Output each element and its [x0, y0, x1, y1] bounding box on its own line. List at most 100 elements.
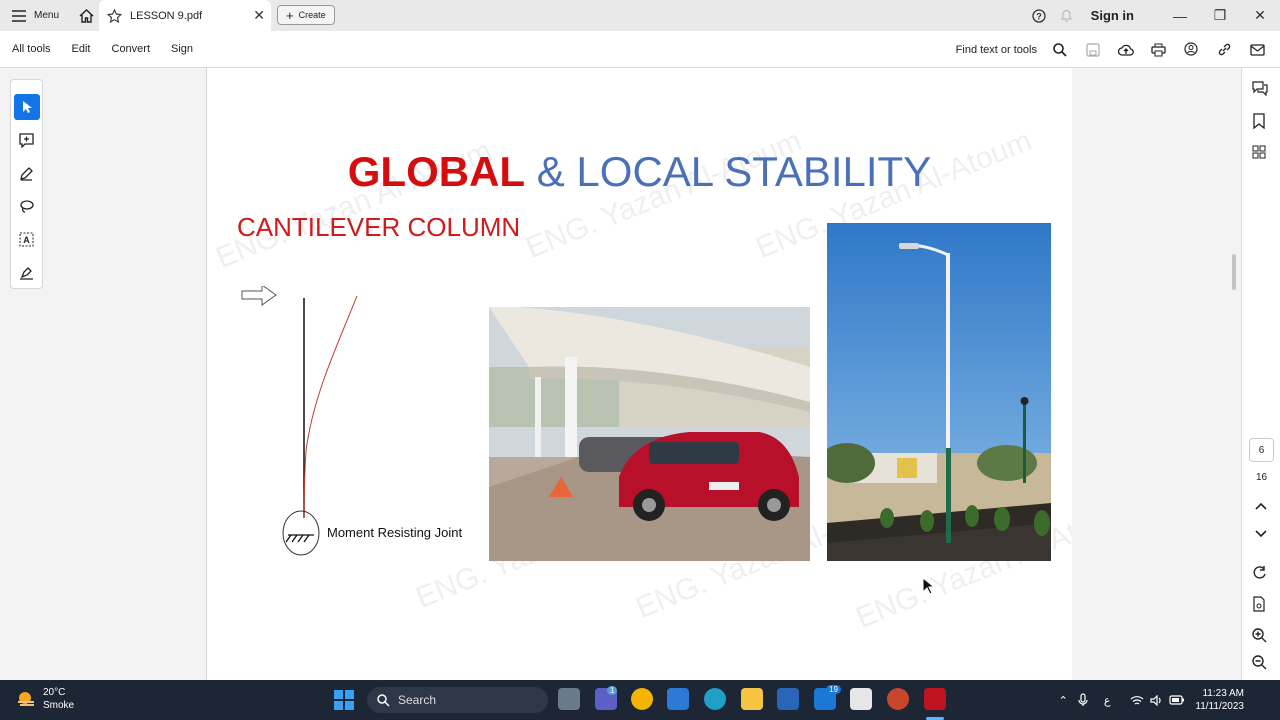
comment-tool[interactable]	[14, 127, 40, 153]
file-explorer-icon[interactable]	[741, 688, 763, 710]
select-tool[interactable]	[13, 94, 40, 120]
menu-button[interactable]: Menu	[0, 0, 71, 31]
vertical-scrollbar[interactable]	[1232, 254, 1236, 290]
chrome-icon[interactable]	[631, 688, 653, 710]
mail-icon[interactable]	[1241, 43, 1274, 56]
weather-condition: Smoke	[43, 700, 75, 711]
plus-icon: +	[286, 7, 294, 23]
chevron-up-icon[interactable]: ⌃	[1049, 694, 1078, 707]
search-icon	[377, 693, 390, 707]
edit-menu[interactable]: Edit	[60, 43, 100, 55]
restore-button[interactable]: ❐	[1200, 7, 1240, 24]
load-arrow-icon	[241, 286, 277, 306]
weather-widget[interactable]: 20°C Smoke	[15, 686, 74, 712]
chevron-up-icon[interactable]	[1255, 502, 1267, 510]
temperature: 20°C	[43, 687, 66, 698]
document-tab[interactable]: LESSON 9.pdf ✕	[99, 0, 271, 31]
tab-title: LESSON 9.pdf	[130, 9, 203, 22]
create-button[interactable]: + Create	[277, 5, 335, 25]
lasso-icon	[20, 199, 34, 213]
volume-icon[interactable]	[1150, 694, 1163, 706]
joint-label: Moment Resisting Joint	[327, 525, 463, 540]
search-icon[interactable]	[1043, 42, 1076, 57]
sign-in-button[interactable]: Sign in	[1081, 8, 1160, 23]
text-tool[interactable]: A	[14, 226, 40, 252]
microphone-icon[interactable]	[1078, 693, 1088, 707]
task-view-icon[interactable]	[558, 688, 580, 710]
search-label: Search	[398, 693, 437, 707]
windows-start-icon[interactable]	[334, 690, 354, 710]
zoom-in-icon[interactable]	[1252, 628, 1267, 643]
clock[interactable]: 11:23 AM 11/11/2023	[1185, 687, 1280, 713]
pen-icon	[20, 166, 33, 181]
cantilever-diagram	[241, 286, 358, 556]
minimize-button[interactable]: —	[1160, 8, 1200, 24]
bookmark-icon[interactable]	[1252, 113, 1266, 129]
svg-text:A: A	[23, 235, 30, 245]
sign-tool[interactable]	[14, 259, 40, 285]
clock-date: 11/11/2023	[1195, 701, 1244, 712]
link-icon[interactable]	[1208, 42, 1241, 57]
print-icon[interactable]	[1142, 43, 1175, 57]
current-page-field[interactable]: 6	[1249, 438, 1274, 462]
fixed-support-icon	[285, 534, 314, 543]
quick-tools: A	[10, 79, 43, 289]
language-indicator[interactable]: ع	[1104, 694, 1111, 707]
comments-icon[interactable]	[1252, 81, 1268, 96]
chevron-down-icon[interactable]	[1255, 530, 1267, 538]
lasso-tool[interactable]	[14, 193, 40, 219]
snipping-tool-icon[interactable]	[850, 688, 872, 710]
slide-title: GLOBAL & LOCAL STABILITY	[207, 148, 1072, 196]
create-label: Create	[298, 10, 326, 20]
sun-haze-icon	[18, 692, 34, 706]
page-settings-icon[interactable]	[1252, 596, 1266, 612]
comment-add-icon	[19, 132, 34, 148]
sign-menu[interactable]: Sign	[159, 43, 202, 55]
convert-menu[interactable]: Convert	[100, 43, 160, 55]
title-global: GLOBAL	[347, 148, 526, 195]
signature-pen-icon	[20, 266, 33, 280]
svg-text:?: ?	[1036, 11, 1042, 21]
right-rail: 6 16	[1241, 68, 1280, 680]
mouse-cursor-icon	[922, 577, 934, 595]
rotate-icon[interactable]	[1252, 565, 1267, 580]
total-pages: 16	[1255, 472, 1268, 483]
all-tools-menu[interactable]: All tools	[0, 43, 60, 55]
document-viewer[interactable]: ENG. Yazan Al-Atoum ENG. Yazan Al-Atoum …	[207, 68, 1241, 680]
thumbnails-icon[interactable]	[1252, 145, 1266, 159]
system-tray: ⌃ ع 11:23 AM 11/11/2023	[1049, 680, 1280, 720]
battery-icon[interactable]	[1169, 695, 1185, 705]
joint-circle	[282, 510, 320, 556]
main-toolbar: All tools Edit Convert Sign Find text or…	[0, 31, 1280, 68]
wifi-icon[interactable]	[1130, 695, 1144, 706]
save-icon[interactable]	[1076, 42, 1109, 57]
clock-time: 11:23 AM	[1202, 688, 1244, 699]
close-tab-icon[interactable]: ✕	[253, 7, 265, 24]
help-icon[interactable]: ?	[1025, 8, 1053, 23]
slide-subtitle: CANTILEVER COLUMN	[237, 212, 521, 242]
mail-app-icon[interactable]	[777, 688, 799, 710]
taskbar-search[interactable]: Search	[367, 687, 548, 713]
deflected-shape	[303, 295, 358, 519]
powerpoint-icon[interactable]	[887, 688, 909, 710]
carport-photo	[489, 307, 810, 561]
store-icon[interactable]	[667, 688, 689, 710]
home-button[interactable]	[71, 0, 101, 31]
mail-badge: 19	[826, 685, 841, 694]
zoom-out-icon[interactable]	[1252, 655, 1267, 670]
windows-taskbar: 20°C Smoke Search 1 19 ⌃ ع 11:23 AM 11/1…	[0, 680, 1280, 720]
menu-label: Menu	[34, 10, 60, 21]
bell-icon[interactable]	[1053, 9, 1081, 23]
cursor-icon	[22, 101, 32, 113]
title-local-stability: & LOCAL STABILITY	[536, 148, 932, 195]
acrobat-icon[interactable]	[924, 688, 946, 710]
pdf-page: ENG. Yazan Al-Atoum ENG. Yazan Al-Atoum …	[207, 68, 1072, 680]
edge-icon[interactable]	[704, 688, 726, 710]
upload-icon[interactable]	[1109, 43, 1142, 57]
hamburger-icon	[12, 9, 26, 22]
star-icon[interactable]	[107, 8, 122, 23]
share-user-icon[interactable]	[1175, 42, 1208, 57]
draw-tool[interactable]	[14, 160, 40, 186]
close-window-button[interactable]: ✕	[1240, 7, 1280, 24]
find-tools-label[interactable]: Find text or tools	[956, 44, 1037, 56]
